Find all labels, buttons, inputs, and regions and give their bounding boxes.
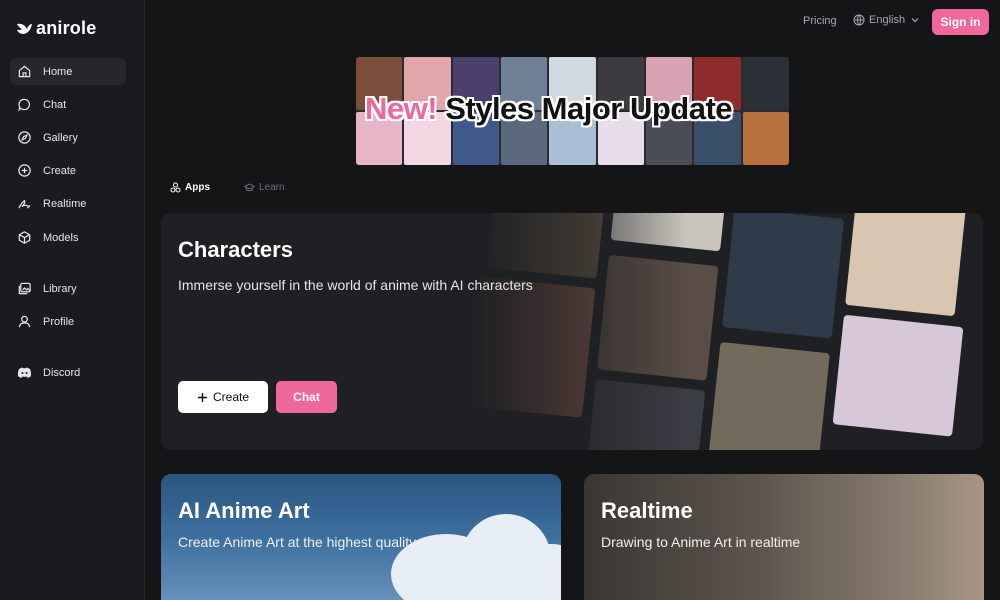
- sidebar-item-label: Create: [43, 164, 77, 177]
- sidebar-item-library[interactable]: Library: [10, 275, 126, 302]
- globe-icon: [853, 14, 865, 26]
- logo[interactable]: anirole: [16, 18, 96, 39]
- ai-anime-art-description: Create Anime Art at the highest quality: [178, 534, 417, 550]
- sidebar-item-label: Home: [43, 65, 73, 78]
- tab-label: Apps: [185, 182, 210, 193]
- characters-title: Characters: [178, 237, 293, 262]
- sidebar-item-create[interactable]: Create: [10, 157, 126, 184]
- sidebar-item-label: Models: [43, 231, 79, 244]
- create-button[interactable]: Create: [178, 381, 268, 413]
- plus-square-icon: [18, 164, 31, 177]
- sign-in-button[interactable]: Sign in: [932, 9, 989, 35]
- graduation-cap-icon: [244, 183, 255, 192]
- logo-wing-icon: [17, 23, 32, 34]
- tab-learn[interactable]: Learn: [244, 182, 285, 193]
- sidebar-item-realtime[interactable]: Realtime: [10, 190, 126, 217]
- realtime-card[interactable]: Realtime Drawing to Anime Art in realtim…: [584, 474, 984, 600]
- cube-icon: [18, 231, 31, 244]
- sidebar: anirole Home Chat Gallery Create Realtim…: [0, 0, 145, 600]
- banner-text: Styles Major Update: [445, 91, 733, 126]
- discord-icon: [17, 367, 32, 378]
- sidebar-item-profile[interactable]: Profile: [10, 308, 126, 335]
- sidebar-item-label: Profile: [43, 315, 75, 328]
- tab-apps[interactable]: Apps: [170, 182, 210, 193]
- images-icon: [18, 282, 31, 295]
- pricing-link[interactable]: Pricing: [803, 15, 837, 27]
- user-icon: [18, 315, 31, 328]
- create-button-label: Create: [212, 390, 250, 404]
- sidebar-item-chat[interactable]: Chat: [10, 91, 126, 118]
- realtime-description: Drawing to Anime Art in realtime: [601, 534, 801, 550]
- characters-card[interactable]: Characters Immerse yourself in the world…: [161, 213, 983, 450]
- chat-button[interactable]: Chat: [276, 381, 337, 413]
- sidebar-item-home[interactable]: Home: [10, 58, 126, 85]
- sidebar-item-label: Library: [43, 282, 77, 295]
- banner-headline: New! Styles Major Update: [365, 91, 733, 127]
- sidebar-item-label: Chat: [43, 98, 67, 111]
- realtime-title: Realtime: [601, 498, 693, 523]
- apps-icon: [170, 182, 181, 193]
- sidebar-item-discord[interactable]: Discord: [10, 359, 126, 386]
- tab-label: Learn: [259, 182, 285, 193]
- brush-icon: [18, 199, 31, 209]
- ai-anime-art-title: AI Anime Art: [178, 498, 310, 523]
- sidebar-item-label: Discord: [43, 366, 81, 379]
- logo-text: anirole: [36, 18, 97, 38]
- chat-icon: [18, 98, 31, 112]
- sidebar-item-models[interactable]: Models: [10, 224, 126, 251]
- compass-icon: [18, 131, 31, 144]
- sidebar-item-gallery[interactable]: Gallery: [10, 124, 126, 151]
- characters-description: Immerse yourself in the world of anime w…: [178, 277, 533, 293]
- language-select[interactable]: English: [853, 14, 921, 26]
- language-label: English: [869, 14, 906, 26]
- banner-highlight: New!: [365, 91, 438, 126]
- home-icon: [18, 65, 31, 78]
- chevron-down-icon: [911, 18, 919, 23]
- sidebar-item-label: Gallery: [43, 131, 78, 144]
- plus-icon: [197, 392, 207, 402]
- sidebar-item-label: Realtime: [43, 197, 87, 210]
- ai-anime-art-card[interactable]: AI Anime Art Create Anime Art at the hig…: [161, 474, 561, 600]
- promo-banner[interactable]: New! Styles Major Update: [356, 57, 789, 165]
